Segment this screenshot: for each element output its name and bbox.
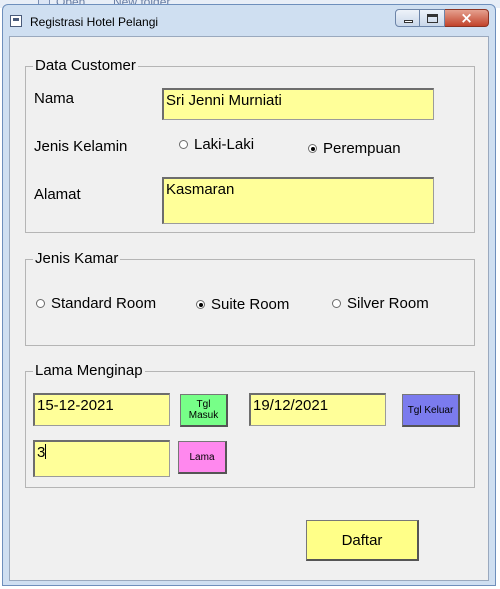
radio-laki-laki-label: Laki-Laki: [194, 136, 255, 153]
minimize-icon: [404, 20, 413, 23]
maximize-button[interactable]: [420, 9, 445, 27]
jenis-kamar-group: Jenis Kamar Standard Room Suite Room Sil…: [25, 250, 475, 346]
radio-silver-room-label: Silver Room: [347, 295, 429, 312]
registration-window: Registrasi Hotel Pelangi × Data Customer…: [2, 4, 496, 586]
radio-silver-room[interactable]: Silver Room: [332, 295, 429, 312]
title-bar[interactable]: Registrasi Hotel Pelangi ×: [3, 5, 495, 35]
radio-silver-room-indicator: [332, 299, 341, 308]
lama-input[interactable]: 3: [33, 440, 170, 477]
radio-standard-room-label: Standard Room: [51, 295, 157, 312]
radio-perempuan[interactable]: Perempuan: [308, 140, 401, 157]
daftar-button[interactable]: Daftar: [306, 520, 419, 561]
lama-button[interactable]: Lama: [178, 441, 227, 474]
jenis-kelamin-label: Jenis Kelamin: [34, 138, 128, 155]
radio-perempuan-label: Perempuan: [323, 140, 401, 157]
alamat-textarea[interactable]: Kasmaran: [162, 177, 434, 224]
tgl-masuk-input[interactable]: 15-12-2021: [33, 393, 170, 426]
maximize-icon: [427, 14, 438, 23]
radio-laki-laki[interactable]: Laki-Laki: [179, 136, 254, 153]
tgl-keluar-button[interactable]: Tgl Keluar: [402, 394, 460, 427]
window-app-icon[interactable]: [10, 15, 22, 27]
nama-label: Nama: [34, 90, 75, 107]
radio-suite-room-label: Suite Room: [211, 296, 290, 313]
lama-menginap-legend: Lama Menginap: [33, 362, 145, 379]
caption-buttons: ×: [395, 9, 489, 28]
radio-standard-room-indicator: [36, 299, 45, 308]
lama-menginap-group: Lama Menginap 15-12-2021 Tgl Masuk 19/12…: [25, 362, 475, 488]
alamat-label: Alamat: [34, 186, 81, 203]
jenis-kamar-legend: Jenis Kamar: [33, 250, 121, 267]
radio-standard-room[interactable]: Standard Room: [36, 295, 156, 312]
radio-laki-laki-indicator: [179, 140, 188, 149]
close-button[interactable]: ×: [445, 9, 489, 27]
tgl-masuk-button[interactable]: Tgl Masuk: [180, 394, 228, 427]
nama-input[interactable]: Sri Jenni Murniati: [162, 88, 434, 120]
data-customer-group: Data Customer Nama Sri Jenni Murniati Je…: [25, 57, 475, 233]
radio-perempuan-indicator: [308, 144, 317, 153]
tgl-keluar-input[interactable]: 19/12/2021: [249, 393, 386, 426]
radio-suite-room[interactable]: Suite Room: [196, 296, 289, 313]
form-client-area: Data Customer Nama Sri Jenni Murniati Je…: [9, 36, 489, 581]
radio-suite-room-indicator: [196, 300, 205, 309]
close-icon: ×: [460, 9, 473, 27]
window-title: Registrasi Hotel Pelangi: [30, 15, 159, 29]
data-customer-legend: Data Customer: [33, 57, 138, 74]
lama-input-value: 3: [37, 444, 46, 461]
minimize-button[interactable]: [395, 9, 420, 27]
